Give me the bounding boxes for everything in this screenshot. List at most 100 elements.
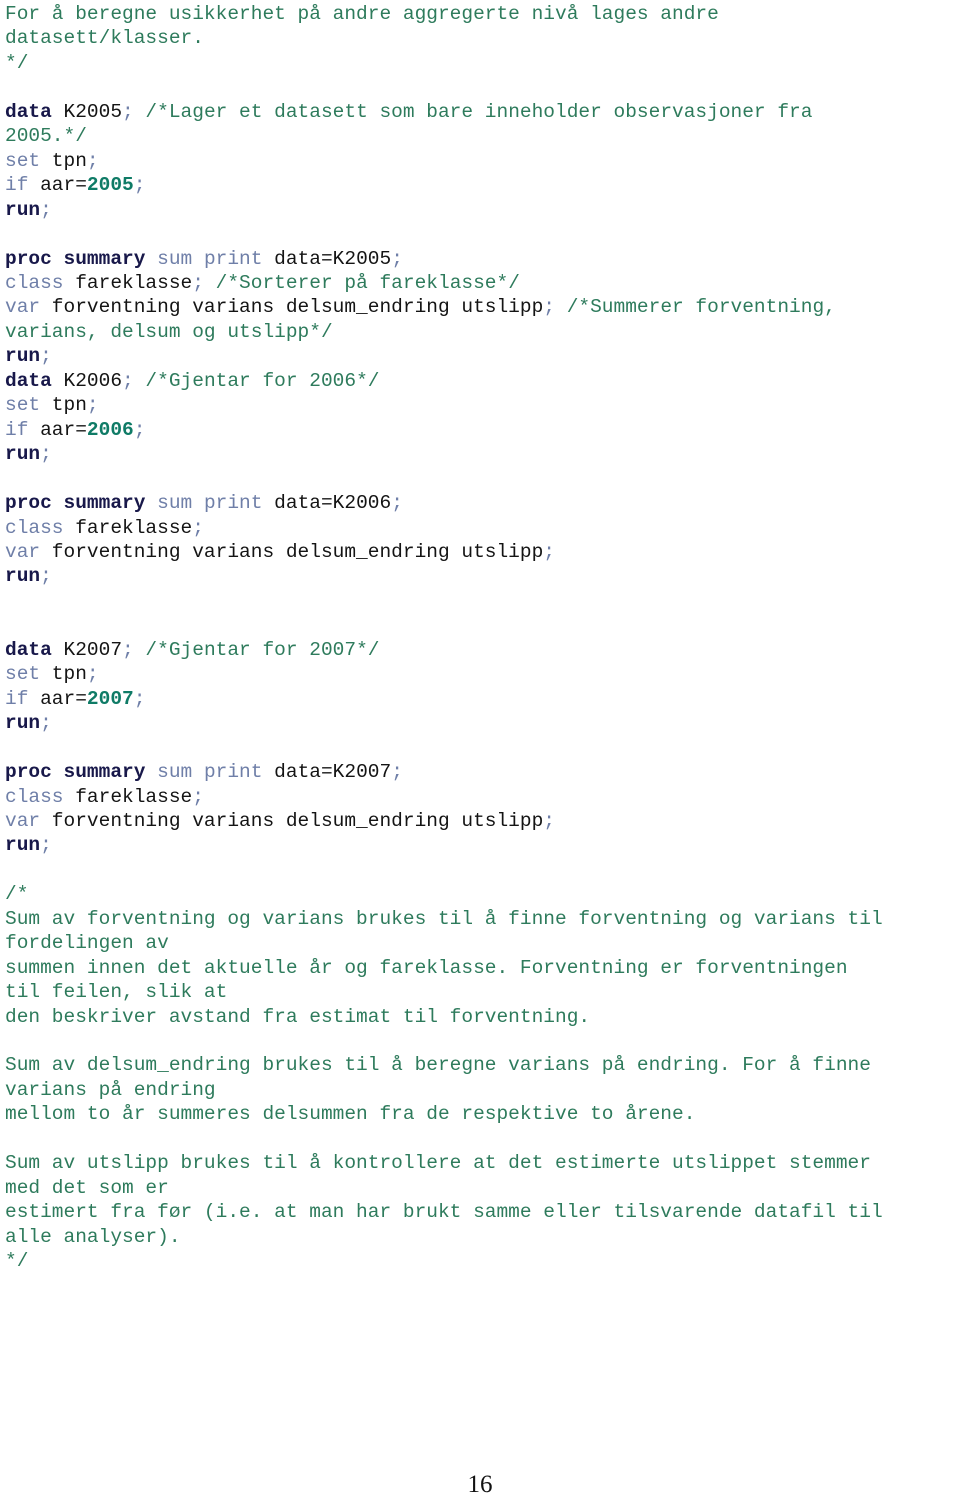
- code-token-ident: tpn: [40, 663, 87, 686]
- code-token-kw2: var: [5, 296, 41, 319]
- code-line: run;: [5, 344, 960, 368]
- code-line: til feilen, slik at: [5, 980, 960, 1004]
- code-token-num: 2007: [86, 687, 134, 710]
- code-token-comment: alle analyser).: [5, 1225, 181, 1248]
- code-token-comment: Sum av utslipp brukes til å kontrollere …: [5, 1152, 871, 1175]
- code-token-ident: aar=: [28, 418, 87, 441]
- code-token-kw2: if: [5, 418, 29, 441]
- code-line: Sum av utslipp brukes til å kontrollere …: [5, 1151, 960, 1175]
- code-line: if aar=2005;: [5, 173, 960, 197]
- code-line: /*: [5, 882, 960, 906]
- code-token-comment: den beskriver avstand fra estimat til fo…: [5, 1005, 591, 1028]
- code-line: set tpn;: [5, 393, 960, 417]
- code-line: summen innen det aktuelle år og fareklas…: [5, 956, 960, 980]
- code-token-punct: ;: [133, 687, 146, 710]
- code-token-comment: fordelingen av: [5, 932, 169, 955]
- code-token-punct: ;: [40, 345, 52, 368]
- code-token-comment: datasett/klasser.: [5, 27, 204, 50]
- code-line: var forventning varians delsum_endring u…: [5, 809, 960, 833]
- code-token-kw: run: [5, 712, 41, 735]
- code-line: med det som er: [5, 1176, 960, 1200]
- code-token-ident: data=K2005: [274, 247, 392, 270]
- code-line: alle analyser).: [5, 1225, 960, 1249]
- code-token-comment: /*Lager et datasett som bare inneholder …: [133, 100, 813, 123]
- code-token-punct: ;: [543, 296, 555, 319]
- code-token-kw: run: [5, 565, 41, 588]
- code-line: varians på endring: [5, 1078, 960, 1102]
- code-token-punct: ;: [122, 100, 134, 123]
- code-token-comment: summen innen det aktuelle år og fareklas…: [5, 956, 848, 979]
- code-token-comment: For å beregne usikkerhet på andre aggreg…: [5, 3, 719, 25]
- code-token-punct: ;: [391, 761, 403, 784]
- code-line: data K2006; /*Gjentar for 2006*/: [5, 369, 960, 393]
- code-token-kw2: sum print: [145, 247, 275, 270]
- code-token-punct: ;: [40, 834, 52, 857]
- code-token-comment: mellom to år summeres delsummen fra de r…: [5, 1103, 696, 1126]
- code-token-punct: ;: [122, 638, 134, 661]
- code-line: estimert fra før (i.e. at man har brukt …: [5, 1200, 960, 1224]
- code-token-punct: ;: [86, 663, 99, 686]
- code-line: class fareklasse;: [5, 516, 960, 540]
- code-token-kw: data: [5, 369, 52, 392]
- code-token-punct: ;: [391, 247, 403, 270]
- code-token-kw2: if: [5, 174, 29, 197]
- code-token-kw2: sum print: [145, 492, 275, 515]
- code-token-punct: ;: [40, 443, 52, 466]
- code-token-kw: data: [5, 100, 52, 123]
- code-token-punct: ;: [192, 785, 204, 808]
- code-line: */: [5, 1249, 960, 1273]
- code-token-kw: run: [5, 443, 41, 466]
- code-token-ident: K2006: [51, 369, 123, 392]
- code-token-punct: ;: [543, 540, 555, 563]
- code-token-ident: forventning varians delsum_endring utsli…: [40, 809, 544, 832]
- code-token-punct: ;: [133, 174, 146, 197]
- document-page: For å beregne usikkerhet på andre aggreg…: [0, 0, 960, 1512]
- code-token-punct: ;: [86, 149, 99, 172]
- code-token-comment: 2005.*/: [5, 125, 87, 148]
- code-line: fordelingen av: [5, 931, 960, 955]
- code-token-comment: varians, delsum og utslipp*/: [5, 320, 333, 343]
- code-token-num: 2006: [86, 418, 134, 441]
- code-token-kw2: var: [5, 540, 41, 563]
- code-token-punct: ;: [86, 394, 99, 417]
- code-token-num: 2005: [86, 174, 134, 197]
- code-token-ident: aar=: [28, 687, 87, 710]
- page-number: 16: [467, 1471, 493, 1498]
- code-token-kw2: set: [5, 149, 41, 172]
- code-line: proc summary sum print data=K2006;: [5, 491, 960, 515]
- code-token-kw2: class: [5, 785, 64, 808]
- code-token-kw2: var: [5, 809, 41, 832]
- code-line: mellom to år summeres delsummen fra de r…: [5, 1102, 960, 1126]
- code-token-comment: */: [5, 1250, 29, 1273]
- code-line: if aar=2007;: [5, 687, 960, 711]
- code-token-comment: /*Gjentar for 2006*/: [133, 369, 380, 392]
- code-line: var forventning varians delsum_endring u…: [5, 295, 960, 319]
- code-token-kw2: set: [5, 394, 41, 417]
- code-token-kw2: sum print: [145, 761, 275, 784]
- code-token-comment: /*Summerer forventning,: [555, 296, 836, 319]
- code-token-ident: tpn: [40, 394, 87, 417]
- code-line: data K2005; /*Lager et datasett som bare…: [5, 100, 960, 124]
- code-token-ident: K2007: [51, 638, 123, 661]
- code-line: run;: [5, 442, 960, 466]
- code-line: run;: [5, 564, 960, 588]
- code-line: den beskriver avstand fra estimat til fo…: [5, 1005, 960, 1029]
- code-line: set tpn;: [5, 149, 960, 173]
- code-line: varians, delsum og utslipp*/: [5, 320, 960, 344]
- code-token-ident: fareklasse: [63, 271, 193, 294]
- code-token-comment: /*Gjentar for 2007*/: [133, 638, 380, 661]
- code-token-kw2: class: [5, 516, 64, 539]
- code-line: datasett/klasser.: [5, 26, 960, 50]
- code-token-punct: ;: [391, 492, 403, 515]
- code-token-punct: ;: [192, 271, 204, 294]
- code-line: proc summary sum print data=K2005;: [5, 247, 960, 271]
- code-token-comment: estimert fra før (i.e. at man har brukt …: [5, 1201, 883, 1224]
- code-line: run;: [5, 833, 960, 857]
- code-line: For å beregne usikkerhet på andre aggreg…: [5, 2, 960, 26]
